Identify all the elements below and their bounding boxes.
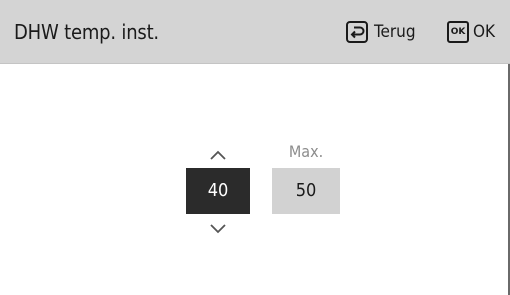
ok-button[interactable]: OK OK <box>447 21 495 43</box>
max-label: Max. <box>288 142 324 161</box>
temperature-value[interactable]: 40 <box>186 168 250 214</box>
back-icon <box>346 21 368 43</box>
ok-label: OK <box>473 22 496 42</box>
decrease-arrow[interactable] <box>208 223 228 235</box>
back-label: Terug <box>374 22 416 42</box>
chevron-up-icon <box>210 150 226 160</box>
chevron-down-icon <box>210 224 226 234</box>
ok-key-icon: OK <box>447 21 469 43</box>
page-title: DHW temp. inst. <box>14 20 159 44</box>
increase-arrow[interactable] <box>208 149 228 161</box>
max-value: 50 <box>272 168 340 214</box>
header-bar: DHW temp. inst. Terug OK OK <box>0 0 510 64</box>
back-button[interactable]: Terug <box>346 21 416 43</box>
